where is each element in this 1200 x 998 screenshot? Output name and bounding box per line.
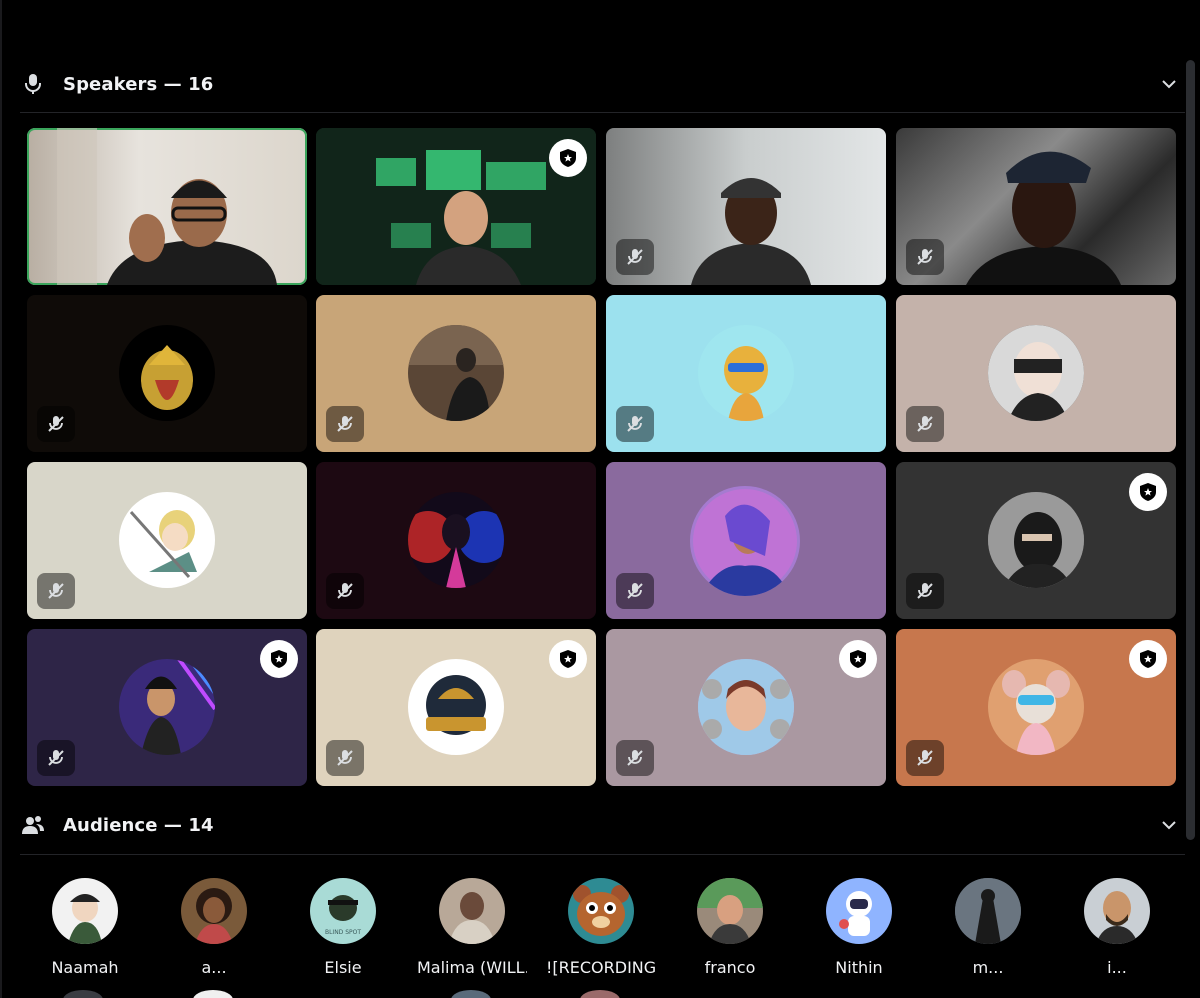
muted-mic-icon xyxy=(37,406,75,442)
speaker-avatar xyxy=(408,492,504,588)
audience-member[interactable]: a... xyxy=(159,878,269,978)
speaker-video-tile[interactable] xyxy=(316,128,596,285)
audience-name: Nithin xyxy=(835,958,883,977)
speaker-avatar xyxy=(690,486,800,596)
speaker-avatar xyxy=(988,325,1084,421)
audience-member[interactable]: Nithin xyxy=(804,878,914,978)
moderator-shield-icon xyxy=(549,139,587,177)
audience-avatar-partial xyxy=(451,990,491,998)
muted-mic-icon xyxy=(326,406,364,442)
audience-name: a... xyxy=(201,958,227,977)
svg-text:BLIND SPOT: BLIND SPOT xyxy=(325,929,361,936)
speaker-avatar xyxy=(698,325,794,421)
audience-title: Audience — 14 xyxy=(63,814,214,836)
audience-avatar xyxy=(568,878,634,944)
speaker-avatar-tile[interactable] xyxy=(606,629,886,786)
speakers-header[interactable]: Speakers — 16 xyxy=(20,64,1185,104)
moderator-shield-icon xyxy=(549,640,587,678)
audience-avatar: BLIND SPOT xyxy=(310,878,376,944)
audience-avatar xyxy=(826,878,892,944)
muted-mic-icon xyxy=(906,406,944,442)
muted-mic-icon xyxy=(616,573,654,609)
audience-avatar-partial xyxy=(580,990,620,998)
audience-member[interactable]: i... xyxy=(1062,878,1172,978)
video-person xyxy=(57,128,277,285)
audience-name: franco xyxy=(704,958,756,977)
speaker-avatar xyxy=(119,325,215,421)
audience-member[interactable]: Naamah xyxy=(30,878,140,978)
audience-member[interactable]: Malima (WILL... xyxy=(417,878,527,978)
speaker-avatar-tile[interactable] xyxy=(27,462,307,619)
speaker-avatar-tile[interactable] xyxy=(316,295,596,452)
audience-avatar xyxy=(52,878,118,944)
muted-mic-icon xyxy=(906,573,944,609)
speaker-avatar xyxy=(408,659,504,755)
moderator-shield-icon xyxy=(1129,640,1167,678)
speaker-video-tile[interactable] xyxy=(606,128,886,285)
speaker-avatar-tile[interactable] xyxy=(896,462,1176,619)
audience-name: i... xyxy=(1107,958,1127,977)
speaker-avatar-tile[interactable] xyxy=(606,295,886,452)
moderator-shield-icon xyxy=(839,640,877,678)
speaker-avatar xyxy=(988,492,1084,588)
audience-member[interactable]: ![RECORDING... xyxy=(546,878,656,978)
speakers-title: Speakers — 16 xyxy=(63,73,214,95)
audience-avatar-partial xyxy=(193,990,233,998)
muted-mic-icon xyxy=(326,740,364,776)
stage-channel-view: Speakers — 16 Audience — 14 Naamah a... … xyxy=(0,0,1200,998)
muted-mic-icon xyxy=(616,406,654,442)
speaker-avatar-tile[interactable] xyxy=(606,462,886,619)
speaker-avatar-tile[interactable] xyxy=(896,295,1176,452)
audience-member[interactable]: franco xyxy=(675,878,785,978)
audience-member[interactable]: BLIND SPOT Elsie xyxy=(288,878,398,978)
audience-name: ![RECORDING... xyxy=(546,958,656,977)
muted-mic-icon xyxy=(37,573,75,609)
muted-mic-icon xyxy=(906,740,944,776)
section-divider xyxy=(20,112,1185,113)
speaker-avatar-tile[interactable] xyxy=(27,629,307,786)
audience-header[interactable]: Audience — 14 xyxy=(20,805,1185,845)
speaker-avatar xyxy=(698,659,794,755)
moderator-shield-icon xyxy=(260,640,298,678)
speaker-video-tile[interactable] xyxy=(896,128,1176,285)
audience-avatar xyxy=(181,878,247,944)
audience-avatar xyxy=(1084,878,1150,944)
speaker-video-tile[interactable] xyxy=(27,128,307,285)
audience-name: Elsie xyxy=(324,958,362,977)
audience-avatar-partial xyxy=(63,990,103,998)
muted-mic-icon xyxy=(906,239,944,275)
speaker-avatar-tile[interactable] xyxy=(27,295,307,452)
speaker-avatar-tile[interactable] xyxy=(896,629,1176,786)
audience-avatar xyxy=(955,878,1021,944)
moderator-shield-icon xyxy=(1129,473,1167,511)
speaker-avatar-tile[interactable] xyxy=(316,629,596,786)
audience-name: Malima (WILL... xyxy=(417,958,527,977)
audience-name: m... xyxy=(972,958,1004,977)
audience-avatar xyxy=(697,878,763,944)
audience-member[interactable]: m... xyxy=(933,878,1043,978)
microphone-icon xyxy=(20,71,46,97)
section-divider xyxy=(20,854,1185,855)
muted-mic-icon xyxy=(326,573,364,609)
speaker-avatar-tile[interactable] xyxy=(316,462,596,619)
speaker-avatar xyxy=(119,659,215,755)
chevron-down-icon[interactable] xyxy=(1159,74,1179,94)
muted-mic-icon xyxy=(616,239,654,275)
chevron-down-icon[interactable] xyxy=(1159,815,1179,835)
scrollbar-thumb[interactable] xyxy=(1186,60,1195,840)
speaker-avatar xyxy=(119,492,215,588)
audience-name: Naamah xyxy=(51,958,119,977)
window-edge xyxy=(0,0,2,998)
audience-avatar xyxy=(439,878,505,944)
muted-mic-icon xyxy=(616,740,654,776)
speaker-avatar xyxy=(988,659,1084,755)
speaker-avatar xyxy=(408,325,504,421)
people-icon xyxy=(20,812,46,838)
muted-mic-icon xyxy=(37,740,75,776)
